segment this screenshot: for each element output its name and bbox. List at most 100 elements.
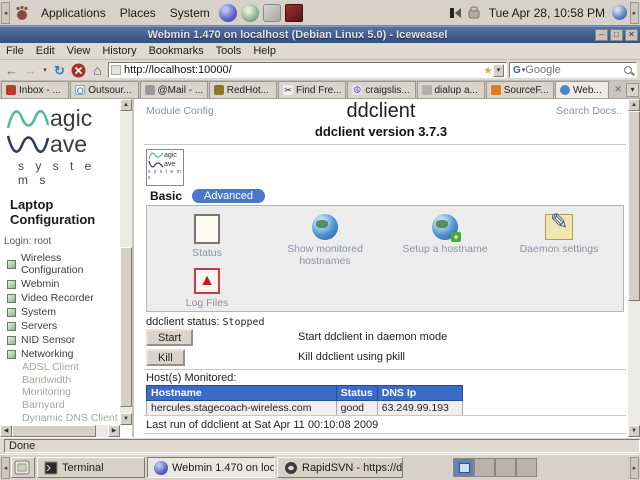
- taskbar-window-terminal[interactable]: Terminal: [37, 457, 145, 478]
- sidebar-item-wireless-configuration[interactable]: Wireless Configuration: [0, 251, 120, 277]
- action-setup-a-hostname[interactable]: + Setup a hostname: [385, 214, 505, 255]
- minimize-button[interactable]: –: [595, 29, 608, 41]
- sidebar-subitem-bandwidth-monitoring[interactable]: Bandwidth Monitoring: [0, 374, 120, 399]
- search-docs-link[interactable]: Search Docs..: [556, 105, 622, 117]
- action-show-monitored-hostnames[interactable]: Show monitored hostnames: [265, 214, 385, 267]
- sidebar-item-video-recorder[interactable]: Video Recorder: [0, 291, 120, 305]
- start-button[interactable]: Start: [146, 329, 194, 346]
- panel-hide-right-arrow[interactable]: ▸: [630, 1, 639, 24]
- mail-icon: [6, 85, 16, 95]
- close-button[interactable]: ✕: [625, 29, 638, 41]
- home-icon[interactable]: ⌂: [89, 62, 106, 79]
- update-notifier-icon[interactable]: [467, 5, 482, 20]
- module-icon: [7, 259, 16, 269]
- workspace-1[interactable]: [453, 458, 474, 477]
- menu-bookmarks[interactable]: Bookmarks: [143, 43, 210, 59]
- bookmark-star-icon[interactable]: ★: [483, 64, 493, 77]
- scroll-up-icon[interactable]: ▲: [628, 99, 640, 111]
- cell-dns-ip: 63.249.99.193: [376, 400, 464, 416]
- scroll-right-icon[interactable]: ▶: [108, 425, 120, 437]
- tab-basic[interactable]: Basic: [150, 189, 182, 203]
- search-engine-icon[interactable]: G: [512, 65, 522, 76]
- kill-button[interactable]: Kill: [146, 349, 185, 366]
- taskbar-hide-left-arrow[interactable]: ◂: [1, 456, 10, 479]
- maximize-button[interactable]: □: [610, 29, 623, 41]
- panel-clock[interactable]: Tue Apr 28, 10:58 PM: [484, 6, 610, 20]
- scroll-up-icon[interactable]: ▲: [120, 99, 132, 111]
- search-input[interactable]: [525, 64, 622, 76]
- tab-findfre[interactable]: ✂ Find Fre...: [278, 81, 347, 98]
- scroll-down-icon[interactable]: ▼: [628, 425, 640, 437]
- window-titlebar[interactable]: Webmin 1.470 on localhost (Debian Linux …: [0, 26, 640, 43]
- back-dropdown-icon[interactable]: ▾: [41, 62, 49, 79]
- taskbar-hide-right-arrow[interactable]: ▸: [630, 456, 639, 479]
- show-desktop-button[interactable]: [11, 457, 35, 478]
- tab-redhot[interactable]: RedHot...: [208, 81, 277, 98]
- action-daemon-settings[interactable]: Daemon settings: [499, 209, 619, 255]
- help-launcher-icon[interactable]: [262, 3, 281, 22]
- panel-hide-left-arrow[interactable]: ◂: [1, 1, 10, 24]
- table-row[interactable]: hercules.stagecoach-wireless.com good 63…: [146, 400, 464, 416]
- scroll-down-icon[interactable]: ▼: [120, 413, 132, 425]
- action-log-files[interactable]: ▲ Log Files: [147, 268, 267, 309]
- scrollbar-thumb[interactable]: [628, 111, 640, 301]
- taskbar-window-rapidsvn[interactable]: RapidSVN - https://d...: [277, 457, 403, 478]
- search-icon[interactable]: [624, 66, 632, 74]
- tab-list-dropdown-icon[interactable]: ▾: [626, 83, 639, 97]
- sidebar-item-networking[interactable]: Networking: [0, 347, 120, 361]
- workspace-4[interactable]: [516, 458, 537, 477]
- menu-help[interactable]: Help: [247, 43, 282, 59]
- url-dropdown-icon[interactable]: ▾: [493, 63, 504, 77]
- workspace-3[interactable]: [495, 458, 516, 477]
- menu-view[interactable]: View: [61, 43, 97, 59]
- back-icon[interactable]: ←: [3, 62, 20, 79]
- reload-icon[interactable]: ↻: [51, 62, 68, 79]
- logo-text-systems: s y s t e m s: [148, 169, 182, 181]
- search-box[interactable]: G ▾: [509, 62, 637, 78]
- stop-icon[interactable]: [70, 62, 87, 79]
- tab-webmin-active[interactable]: Web...: [555, 81, 609, 98]
- menu-edit[interactable]: Edit: [30, 43, 61, 59]
- tab-dialup[interactable]: dialup a...: [416, 81, 485, 98]
- forward-icon[interactable]: →: [22, 62, 39, 79]
- keyboard-indicator-icon[interactable]: [448, 5, 463, 20]
- sidebar-subitem-adsl-client[interactable]: ADSL Client: [0, 361, 120, 374]
- tab-close-icon[interactable]: ✕: [611, 83, 625, 97]
- iceweasel-launcher-icon[interactable]: [218, 3, 237, 22]
- package-launcher-icon[interactable]: [284, 3, 303, 22]
- tab-sourceforge[interactable]: SourceF...: [485, 81, 554, 98]
- tab-label: SourceF...: [503, 84, 549, 96]
- workspace-2[interactable]: [474, 458, 495, 477]
- sidebar-item-webmin[interactable]: Webmin: [0, 277, 120, 291]
- scroll-left-icon[interactable]: ◀: [0, 425, 12, 437]
- url-bar[interactable]: ★ ▾: [108, 62, 507, 78]
- url-input[interactable]: [124, 64, 484, 76]
- sidebar-subitem-barnyard[interactable]: Barnyard: [0, 399, 120, 412]
- tab-mail[interactable]: @Mail - ...: [139, 81, 208, 98]
- sidebar-item-system[interactable]: System: [0, 305, 120, 319]
- scrollbar-thumb[interactable]: [120, 247, 132, 407]
- sidebar-hscrollbar[interactable]: ◀ ▶: [0, 425, 120, 437]
- tab-outsource[interactable]: O Outsour...: [70, 81, 139, 98]
- network-tray-icon[interactable]: [612, 5, 627, 20]
- tab-label: RedHot...: [226, 84, 269, 96]
- action-status[interactable]: Status: [147, 214, 267, 259]
- menu-applications[interactable]: Applications: [34, 2, 113, 24]
- sidebar-subitem-dynamic-dns-client[interactable]: Dynamic DNS Client: [0, 412, 120, 425]
- sidebar-item-nid-sensor[interactable]: NID Sensor: [0, 333, 120, 347]
- taskbar-window-webmin[interactable]: Webmin 1.470 on loc...: [147, 457, 275, 478]
- menu-system[interactable]: System: [163, 2, 217, 24]
- tab-inbox[interactable]: Inbox - ...: [1, 81, 70, 98]
- gnome-menu-icon[interactable]: [14, 5, 30, 21]
- browser-launcher-icon[interactable]: [240, 3, 259, 22]
- menu-places[interactable]: Places: [113, 2, 163, 24]
- menu-tools[interactable]: Tools: [210, 43, 248, 59]
- tab-advanced[interactable]: Advanced: [192, 189, 265, 203]
- menu-file[interactable]: File: [0, 43, 30, 59]
- main-vscrollbar[interactable]: ▲ ▼: [628, 99, 640, 437]
- sidebar-item-servers[interactable]: Servers: [0, 319, 120, 333]
- sidebar-vscrollbar[interactable]: ▲ ▼: [120, 99, 132, 425]
- menu-history[interactable]: History: [96, 43, 142, 59]
- tab-craigslist[interactable]: ☮ craigslis...: [347, 81, 416, 98]
- scrollbar-thumb[interactable]: [12, 425, 96, 437]
